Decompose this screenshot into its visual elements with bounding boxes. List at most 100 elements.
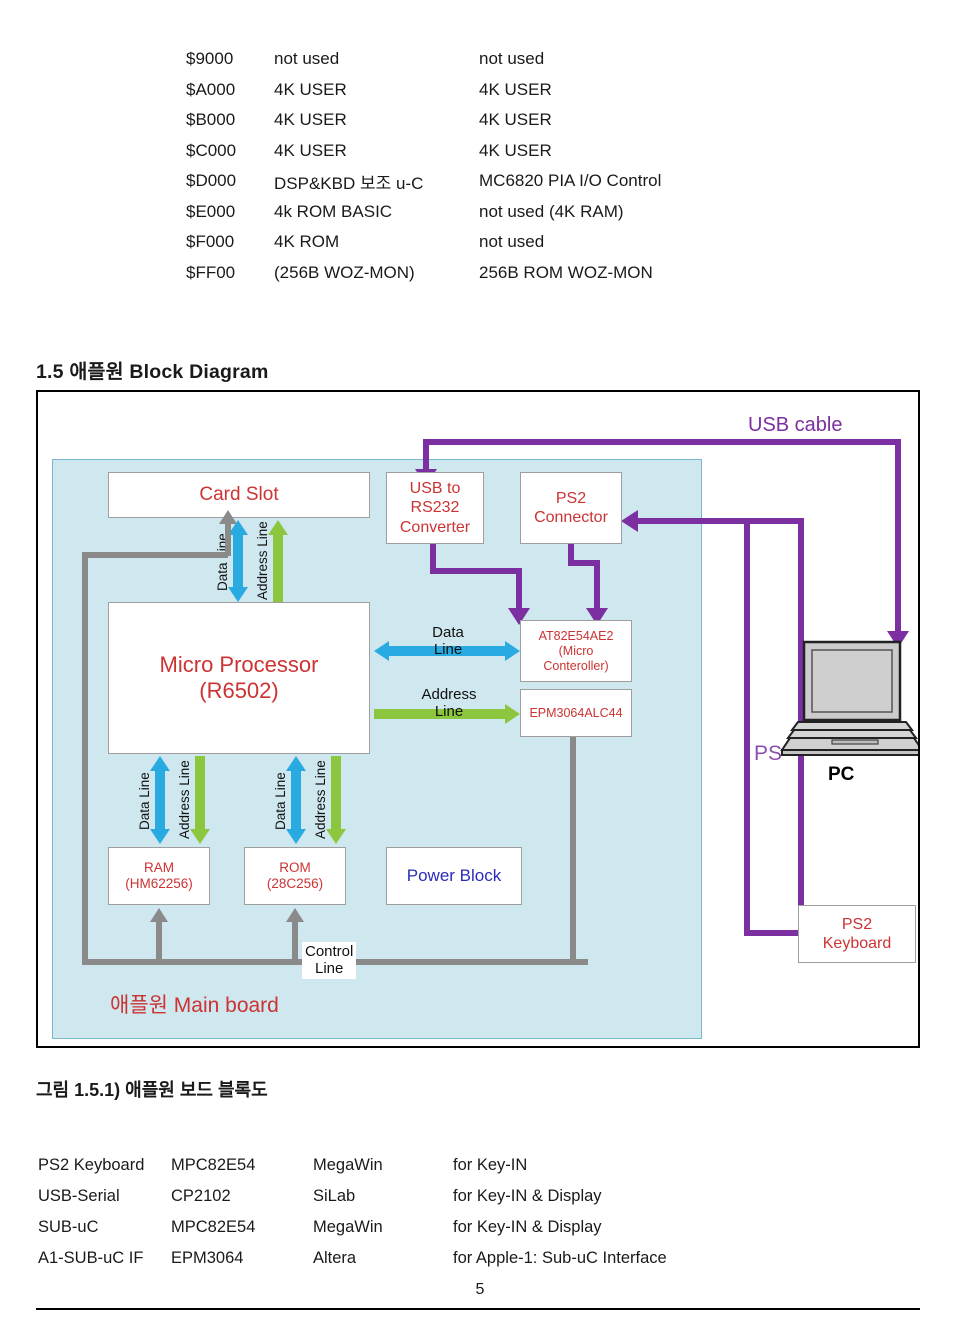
control-line-ram-riser (156, 920, 162, 962)
usb-cable-segment-right-down (895, 439, 901, 635)
data-line-label-ram: Data Line (137, 772, 152, 830)
memory-left-value: (256B WOZ-MON) (274, 262, 415, 282)
ps2-cable-segment-keyboard-down (744, 518, 750, 936)
memory-left-value: 4K ROM (274, 232, 340, 252)
memory-right-value: not used (4K RAM) (479, 201, 624, 221)
memory-address: $E000 (186, 201, 236, 221)
memory-address: $9000 (186, 49, 234, 69)
usb-to-rs232-line2: RS232 (410, 499, 460, 517)
usb-cable-segment-down-left (423, 439, 429, 473)
usb-to-rs232-line3: Converter (399, 518, 471, 536)
part-purpose: for Key-IN & Display (453, 1218, 602, 1236)
memory-right-value: not used (479, 49, 545, 69)
address-line-label-ram: Address Line (177, 760, 192, 840)
micro-processor-box[interactable]: Micro Processor (R6502) (108, 602, 370, 754)
footer-rule (36, 1308, 920, 1310)
control-line-arrow-cardslot (219, 510, 237, 524)
part-number: MPC82E54 (171, 1156, 256, 1174)
part-vendor: MegaWin (313, 1156, 383, 1174)
figure-caption: 그림 1.5.1) 애플원 보드 블록도 (36, 1080, 268, 1100)
ps2-cable-segment-to-keyboard (744, 930, 804, 936)
rom-line2: (28C256) (266, 876, 324, 891)
part-purpose: for Key-IN & Display (453, 1187, 602, 1205)
usb-to-rs232-box[interactable]: USB to RS232 Converter (386, 472, 484, 544)
part-number: EPM3064 (171, 1249, 244, 1267)
memory-right-value: not used (479, 232, 545, 252)
part-purpose: for Key-IN (453, 1156, 528, 1174)
micro-processor-line1: Micro Processor (159, 651, 319, 677)
table-row: $B000 4K USER 4K USER (186, 105, 786, 136)
ram-box[interactable]: RAM (HM62256) (108, 847, 210, 905)
part-interface: USB-Serial (38, 1187, 120, 1205)
data-line-label-rom: Data Line (273, 772, 288, 830)
table-row: A1-SUB-uC IF EPM3064 Altera for Apple-1:… (38, 1243, 738, 1274)
address-line-label-cardslot: Address Line (255, 521, 270, 600)
part-vendor: MegaWin (313, 1218, 383, 1236)
table-row: $D000 DSP&KBD 보조 u-C MC6820 PIA I/O Cont… (186, 166, 786, 197)
memory-left-value: not used (274, 49, 340, 69)
control-line-epm-riser (570, 737, 576, 963)
part-number: MPC82E54 (171, 1218, 256, 1236)
section-heading: 1.5 애플원 Block Diagram (36, 361, 269, 383)
pc-laptop-icon (776, 640, 918, 760)
part-interface: A1-SUB-uC IF (38, 1249, 144, 1267)
memory-left-value: 4K USER (274, 140, 347, 160)
ps2-connector-line1: PS2 (555, 489, 587, 507)
ram-line1: RAM (144, 859, 174, 875)
memory-right-value: 4K USER (479, 79, 552, 99)
power-block-box[interactable]: Power Block (386, 847, 522, 905)
epm3064alc44-box[interactable]: EPM3064ALC44 (520, 689, 632, 737)
at82e54ae2-box[interactable]: AT82E54AE2 (Micro Conteroller) (520, 620, 632, 682)
ps2-keyboard-box[interactable]: PS2 Keyboard (798, 905, 916, 963)
converter-drop-vertical2 (516, 568, 522, 612)
card-slot-label: Card Slot (199, 483, 279, 505)
control-line-arrow-ram (150, 908, 168, 922)
memory-map-table: $9000 not used not used $A000 4K USER 4K… (186, 44, 786, 288)
converter-drop-horizontal (430, 568, 522, 574)
memory-address: $FF00 (186, 262, 236, 282)
memory-right-value: 256B ROM WOZ-MON (479, 262, 653, 282)
part-number: CP2102 (171, 1187, 231, 1205)
control-line-to-cardslot (82, 552, 228, 558)
memory-right-value: 4K USER (479, 140, 552, 160)
control-line-label: Control Line (302, 942, 357, 979)
control-line-word-line: Line (315, 960, 344, 978)
parts-table: PS2 Keyboard MPC82E54 MegaWin for Key-IN… (38, 1150, 738, 1274)
data-line-label-horizontal: Data Line (416, 624, 480, 659)
card-slot-box[interactable]: Card Slot (108, 472, 370, 518)
address-line-word-address: Address (421, 686, 477, 703)
memory-address: $C000 (186, 140, 237, 160)
table-row: PS2 Keyboard MPC82E54 MegaWin for Key-IN (38, 1150, 738, 1181)
ps2-keyboard-line2: Keyboard (822, 935, 892, 952)
memory-left-value: 4K USER (274, 110, 347, 130)
pc-label: PC (828, 764, 855, 785)
data-line-word-line: Line (433, 641, 463, 659)
table-row: $9000 not used not used (186, 44, 786, 75)
memory-right-value: MC6820 PIA I/O Control (479, 171, 662, 191)
part-interface: SUB-uC (38, 1218, 99, 1236)
power-block-label: Power Block (406, 865, 502, 885)
table-row: $E000 4k ROM BASIC not used (4K RAM) (186, 197, 786, 228)
memory-address: $A000 (186, 79, 236, 99)
ps2-keyboard-line1: PS2 (841, 915, 873, 933)
ps2-cable-arrow-to-connector (621, 510, 638, 532)
block-diagram: USB cable Card Slot USB to RS232 Convert… (36, 390, 920, 1048)
rom-line1: ROM (279, 859, 311, 875)
usb-cable-segment-top (423, 439, 901, 445)
epm3064alc44-label: EPM3064ALC44 (529, 705, 623, 720)
rom-box[interactable]: ROM (28C256) (244, 847, 346, 905)
at82e54ae2-line1: AT82E54AE2 (538, 628, 614, 643)
part-purpose: for Apple-1: Sub-uC Interface (453, 1249, 667, 1267)
ps2-connector-box[interactable]: PS2 Connector (520, 472, 622, 544)
usb-cable-label: USB cable (748, 414, 843, 436)
control-line-cardslot-stub (225, 522, 231, 556)
table-row: USB-Serial CP2102 SiLab for Key-IN & Dis… (38, 1181, 738, 1212)
address-line-label-horizontal: Address Line (404, 686, 494, 721)
ps2-connector-line2: Connector (534, 509, 608, 526)
memory-left-value: DSP&KBD 보조 u-C (274, 173, 424, 193)
table-row: SUB-uC MPC82E54 MegaWin for Key-IN & Dis… (38, 1212, 738, 1243)
usb-to-rs232-line1: USB to (409, 480, 461, 498)
memory-right-value: 4K USER (479, 110, 552, 130)
part-vendor: Altera (313, 1249, 357, 1267)
mainboard-caption: 애플원 Main board (110, 994, 279, 1017)
